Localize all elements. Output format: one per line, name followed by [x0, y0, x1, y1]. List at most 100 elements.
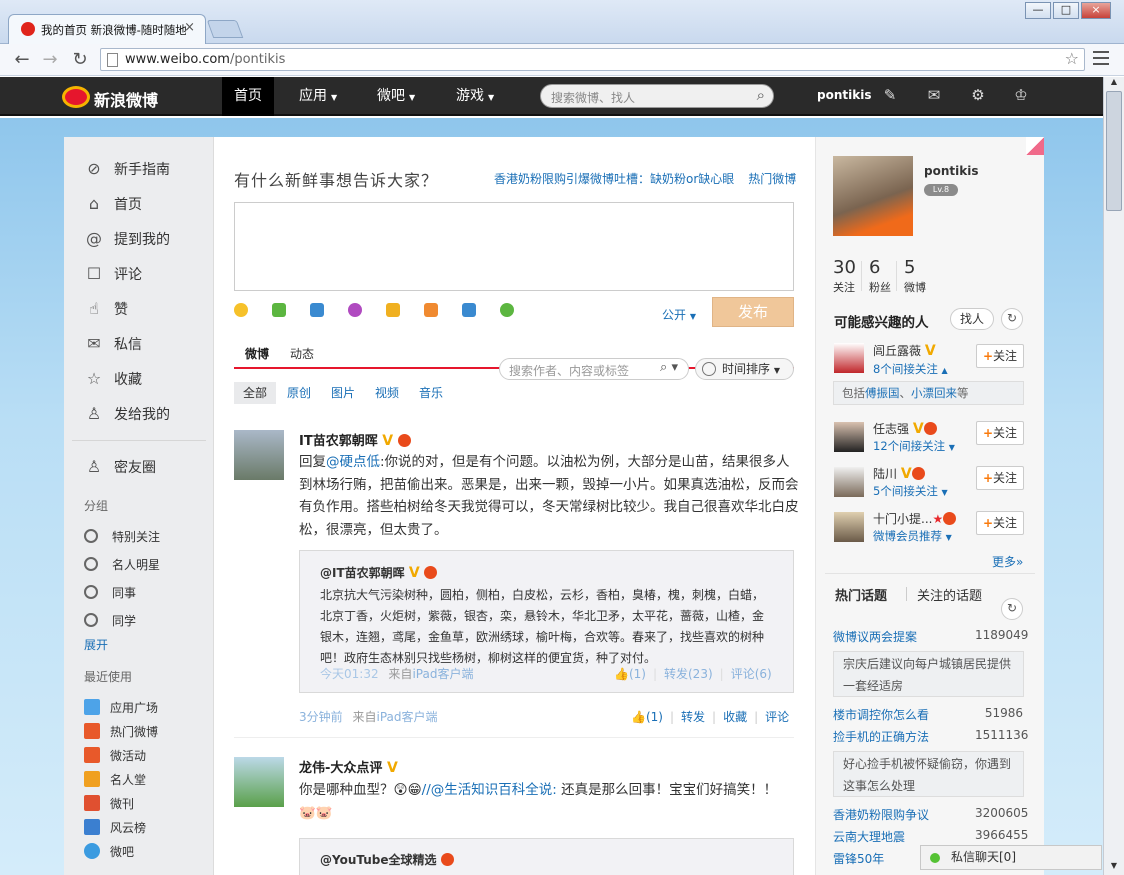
post-client[interactable]: iPad客户端: [376, 710, 437, 724]
nav-weiba[interactable]: 微吧 ▼: [365, 77, 427, 116]
sort-dropdown[interactable]: 时间排序 ▼: [695, 358, 794, 380]
group-item[interactable]: 同事: [84, 584, 136, 601]
more-suggestions-link[interactable]: 更多»: [992, 553, 1023, 570]
compose-textarea[interactable]: [234, 202, 794, 291]
nav-apps[interactable]: 应用 ▼: [287, 77, 349, 116]
sidebar-item-favorites[interactable]: ☆ 收藏: [84, 369, 142, 389]
hint-link[interactable]: 傅振国: [865, 386, 900, 400]
scroll-thumb[interactable]: [1106, 91, 1122, 211]
hot-weibo-link[interactable]: 热门微博: [748, 172, 796, 186]
stat-posts[interactable]: 5 微博: [904, 257, 926, 295]
browser-tab[interactable]: 我的首页 新浪微博-随时随地 ×: [8, 14, 206, 44]
author-name[interactable]: IT苗农郭朝晖: [299, 434, 378, 449]
suggest-avatar[interactable]: [834, 467, 864, 497]
music-icon[interactable]: [348, 303, 362, 317]
like-icon[interactable]: 👍: [614, 667, 629, 681]
suggest-relation[interactable]: 5个间接关注 ▼: [873, 483, 948, 499]
nav-home[interactable]: 首页: [222, 77, 274, 116]
forward-icon[interactable]: →: [38, 49, 62, 70]
suggest-avatar[interactable]: [834, 343, 864, 373]
group-item[interactable]: 名人明星: [84, 556, 160, 573]
location-icon[interactable]: [500, 303, 514, 317]
profile-avatar[interactable]: [833, 156, 913, 236]
app-item[interactable]: 微活动: [84, 747, 146, 764]
feed-search-input[interactable]: 搜索作者、内容或标签 ⌕ ▾: [499, 358, 689, 380]
compose-icon[interactable]: ✎: [880, 86, 900, 104]
group-item[interactable]: 特别关注: [84, 528, 160, 545]
search-icon[interactable]: ⌕ ▾: [660, 360, 678, 375]
tab-followed-topics[interactable]: 关注的话题: [917, 585, 982, 604]
tab-hot-topics[interactable]: 热门话题: [835, 585, 887, 604]
bookmark-star-icon[interactable]: ☆: [1065, 49, 1079, 68]
profile-name[interactable]: pontikis: [924, 164, 978, 178]
follow-button[interactable]: +关注: [976, 466, 1024, 490]
vertical-scrollbar[interactable]: ▲ ▼: [1103, 77, 1124, 875]
sidebar-item-sent-to-me[interactable]: ♙ 发给我的: [84, 404, 170, 424]
suggest-name-text[interactable]: 闾丘露薇: [873, 344, 921, 358]
topic-icon[interactable]: [462, 303, 476, 317]
top-search-input[interactable]: 搜索微博、找人 ⌕: [540, 84, 774, 108]
follow-button[interactable]: +关注: [976, 511, 1024, 535]
browser-menu-icon[interactable]: [1093, 51, 1109, 65]
top-username[interactable]: pontikis: [817, 88, 871, 102]
sidebar-item-guide[interactable]: ⊘ 新手指南: [84, 159, 170, 179]
mail-icon[interactable]: ✉: [924, 86, 944, 104]
sidebar-item-secret-friends[interactable]: ♙ 密友圈: [84, 457, 156, 477]
quote-author-name[interactable]: @IT苗农郭朝晖: [320, 566, 405, 580]
topic-link[interactable]: 楼市调控你怎么看: [833, 706, 929, 723]
scroll-up-icon[interactable]: ▲: [1106, 77, 1122, 89]
quote-time[interactable]: 今天01:32: [320, 667, 379, 681]
filter-video[interactable]: 视频: [375, 384, 399, 401]
page-corner-icon[interactable]: [1026, 137, 1044, 155]
scroll-down-icon[interactable]: ▼: [1106, 861, 1122, 873]
quote-like-count[interactable]: (1): [629, 667, 646, 681]
sidebar-item-likes[interactable]: ☝ 赞: [84, 299, 128, 319]
refresh-icon[interactable]: ↻: [1001, 308, 1023, 330]
hint-link[interactable]: 小漂回来: [911, 386, 957, 400]
repost-button[interactable]: 转发: [681, 710, 705, 724]
app-item[interactable]: 风云榜: [84, 819, 146, 836]
comment-button[interactable]: 评论: [765, 710, 789, 724]
heart-icon[interactable]: [386, 303, 400, 317]
new-tab-button[interactable]: [206, 20, 244, 38]
app-item[interactable]: 微吧: [84, 843, 134, 860]
suggest-relation[interactable]: 12个间接关注 ▼: [873, 438, 955, 454]
tab-activity[interactable]: 动态: [290, 345, 314, 362]
avatar[interactable]: [234, 430, 284, 480]
refresh-icon[interactable]: ↻: [1001, 598, 1023, 620]
tab-close-icon[interactable]: ×: [184, 20, 195, 35]
favorite-button[interactable]: 收藏: [723, 710, 747, 724]
visibility-dropdown[interactable]: 公开 ▼: [662, 306, 696, 323]
sidebar-item-home[interactable]: ⌂ 首页: [84, 194, 142, 214]
topic-link[interactable]: 香港奶粉限购争议: [833, 806, 929, 823]
filter-original[interactable]: 原创: [287, 384, 311, 401]
topic-link[interactable]: 微博议两会提案: [833, 628, 917, 645]
sidebar-item-comments[interactable]: ☐ 评论: [84, 264, 142, 284]
level-badge[interactable]: Lv.8: [924, 184, 958, 196]
avatar[interactable]: [234, 757, 284, 807]
topic-description[interactable]: 好心捡手机被怀疑偷窃，你遇到这事怎么处理: [833, 751, 1024, 797]
suggest-relation[interactable]: 微博会员推荐 ▼: [873, 528, 952, 544]
topic-link[interactable]: 云南大理地震: [833, 828, 905, 845]
stat-following[interactable]: 30 关注: [833, 257, 856, 295]
app-item[interactable]: 热门微博: [84, 723, 158, 740]
search-icon[interactable]: ⌕: [757, 86, 765, 104]
filter-all[interactable]: 全部: [234, 382, 277, 404]
suggest-relation[interactable]: 8个间接关注 ▲: [873, 361, 948, 377]
post-time[interactable]: 3分钟前: [299, 710, 343, 724]
suggest-name-text[interactable]: 任志强: [873, 422, 909, 436]
mention-link[interactable]: @硬点低: [326, 454, 380, 470]
maximize-button[interactable]: □: [1053, 2, 1079, 19]
filter-images[interactable]: 图片: [331, 384, 355, 401]
poll-icon[interactable]: [424, 303, 438, 317]
nav-games[interactable]: 游戏 ▼: [444, 77, 506, 116]
sidebar-item-messages[interactable]: ✉ 私信: [84, 334, 142, 354]
like-icon[interactable]: 👍: [631, 710, 646, 724]
tab-weibo[interactable]: 微博: [245, 345, 269, 362]
minimize-button[interactable]: —: [1025, 2, 1051, 19]
gear-icon[interactable]: ⚙: [968, 86, 988, 104]
topic-link[interactable]: 捡手机的正确方法: [833, 728, 929, 745]
suggest-avatar[interactable]: [834, 422, 864, 452]
quote-client[interactable]: iPad客户端: [412, 667, 473, 681]
emoji-icon[interactable]: [234, 303, 248, 317]
